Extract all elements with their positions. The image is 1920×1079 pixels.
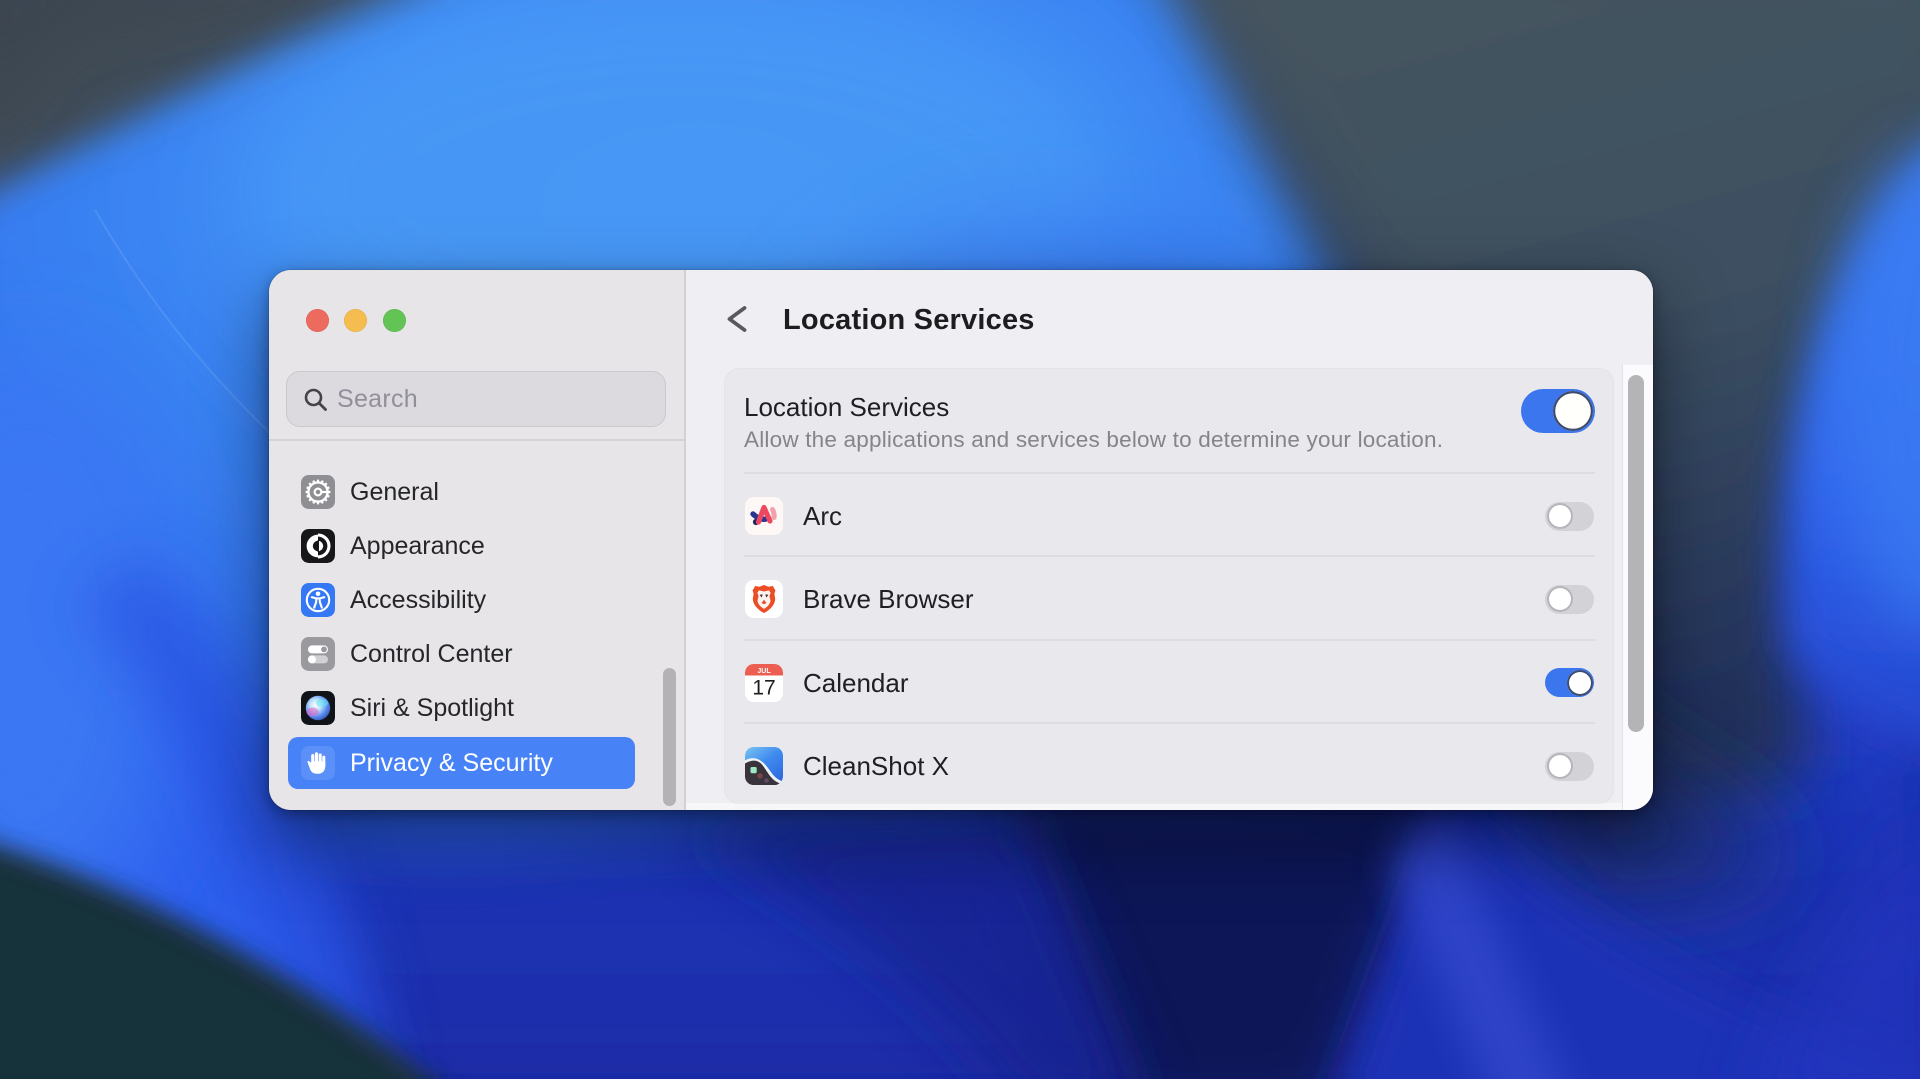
- svg-text:JUL: JUL: [757, 668, 771, 675]
- svg-text:17: 17: [752, 676, 775, 699]
